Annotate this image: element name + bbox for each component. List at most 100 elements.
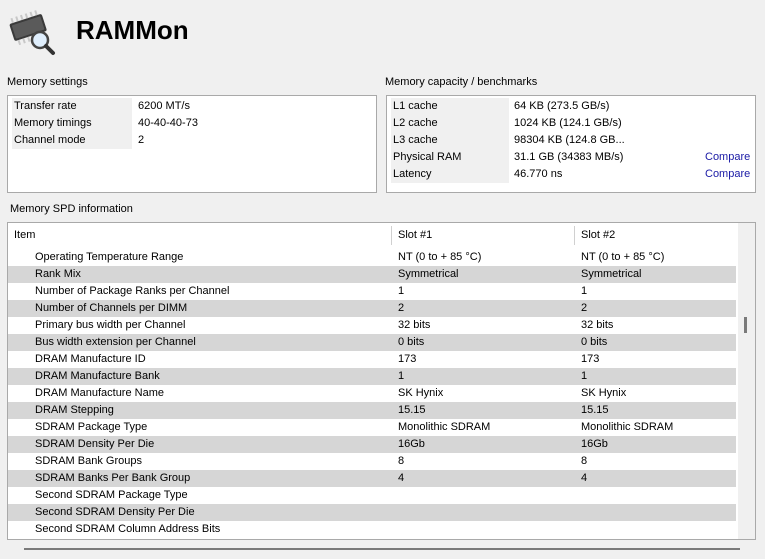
row-slot2-value: 8 [581, 455, 588, 467]
row-item-name: SDRAM Bank Groups [35, 455, 142, 467]
row-slot1-value: Symmetrical [398, 268, 459, 280]
compare-ram-link[interactable]: Compare [705, 149, 750, 166]
table-row[interactable]: Primary bus width per Channel 32 bits 32 b… [8, 317, 736, 334]
bottom-divider [24, 548, 740, 550]
app-icon [6, 8, 58, 56]
table-row[interactable]: Second SDRAM Density Per Die [8, 504, 736, 521]
row-item-name: DRAM Manufacture ID [35, 353, 146, 365]
row-item-name: Number of Channels per DIMM [35, 302, 188, 314]
row-slot2-value: 32 bits [581, 319, 614, 331]
capacity-row: L2 cache 1024 KB (124.1 GB/s) [391, 115, 751, 132]
row-slot2-value: SK Hynix [581, 387, 627, 399]
app-title: RAMMon [76, 15, 189, 45]
memory-setting-value: 6200 MT/s [138, 100, 190, 112]
row-slot1-value: SK Hynix [398, 387, 444, 399]
scrollbar-thumb[interactable] [744, 317, 747, 333]
row-slot1-value: NT (0 to + 85 °C) [398, 251, 482, 263]
spd-label: Memory SPD information [10, 203, 133, 215]
table-row[interactable]: DRAM Stepping 15.15 15.15 [8, 402, 736, 419]
capacity-key: Physical RAM [393, 151, 462, 163]
row-slot1-value: 1 [398, 370, 405, 382]
capacity-value: 98304 KB (124.8 GB... [514, 134, 625, 146]
row-slot2-value: Symmetrical [581, 268, 642, 280]
row-item-name: DRAM Manufacture Name [35, 387, 164, 399]
memory-setting-row: Transfer rate 6200 MT/s [12, 98, 372, 115]
memory-settings-label: Memory settings [7, 76, 88, 88]
row-slot1-value: Monolithic SDRAM [398, 421, 491, 433]
row-item-name: Second SDRAM Package Type [35, 489, 188, 501]
row-slot1-value: 32 bits [398, 319, 431, 331]
capacity-value: 46.770 ns [514, 168, 563, 180]
column-header-item[interactable]: Item [14, 223, 35, 248]
memory-setting-value: 40-40-40-73 [138, 117, 198, 129]
capacity-key: L1 cache [393, 100, 438, 112]
memory-setting-value: 2 [138, 134, 145, 146]
capacity-key: Latency [393, 168, 432, 180]
table-row[interactable]: DRAM Manufacture Bank 1 1 [8, 368, 736, 385]
vertical-scrollbar[interactable] [738, 223, 755, 539]
table-row[interactable]: DRAM Manufacture Name SK Hynix SK Hynix [8, 385, 736, 402]
compare-latency-link[interactable]: Compare [705, 166, 750, 183]
row-item-name: DRAM Stepping [35, 404, 114, 416]
row-slot2-value: NT (0 to + 85 °C) [581, 251, 665, 263]
column-header-slot1[interactable]: Slot #1 [398, 223, 432, 248]
row-item-name: SDRAM Density Per Die [35, 438, 155, 450]
spd-table-header: Item Slot #1 Slot #2 [8, 223, 736, 248]
table-row[interactable]: SDRAM Density Per Die 16Gb 16Gb [8, 436, 736, 453]
row-item-name: Primary bus width per Channel [35, 319, 186, 331]
row-item-name: Number of Package Ranks per Channel [35, 285, 230, 297]
row-slot2-value: 1 [581, 370, 588, 382]
row-item-name: Operating Temperature Range [35, 251, 184, 263]
row-slot1-value: 173 [398, 353, 417, 365]
memory-setting-key: Channel mode [14, 134, 86, 146]
row-slot2-value: 1 [581, 285, 588, 297]
table-row[interactable]: SDRAM Banks Per Bank Group 4 4 [8, 470, 736, 487]
row-slot1-value: 8 [398, 455, 405, 467]
capacity-value: 31.1 GB (34383 MB/s) [514, 151, 624, 163]
capacity-row: Latency 46.770 ns Compare [391, 166, 751, 183]
table-row[interactable]: Number of Package Ranks per Channel 1 1 [8, 283, 736, 300]
table-row[interactable]: Second SDRAM Column Address Bits [8, 521, 736, 538]
row-slot2-value: 0 bits [581, 336, 608, 348]
capacity-row: L3 cache 98304 KB (124.8 GB... [391, 132, 751, 149]
table-row[interactable]: Number of Channels per DIMM 2 2 [8, 300, 736, 317]
capacity-row: L1 cache 64 KB (273.5 GB/s) [391, 98, 751, 115]
table-row[interactable]: SDRAM Package Type Monolithic SDRAM Monoli… [8, 419, 736, 436]
capacity-key: L2 cache [393, 117, 438, 129]
row-slot1-value: 15.15 [398, 404, 426, 416]
capacity-key: L3 cache [393, 134, 438, 146]
table-row[interactable]: DRAM Manufacture ID 173 173 [8, 351, 736, 368]
spd-table[interactable]: Item Slot #1 Slot #2 Operating Temperatu… [7, 222, 756, 540]
table-row[interactable]: Bus width extension per Channel 0 bits 0 b… [8, 334, 736, 351]
row-item-name: Second SDRAM Density Per Die [35, 506, 195, 518]
row-slot1-value: 1 [398, 285, 405, 297]
row-slot1-value: 4 [398, 472, 405, 484]
row-slot2-value: Monolithic SDRAM [581, 421, 674, 433]
row-slot2-value: 2 [581, 302, 588, 314]
capacity-label: Memory capacity / benchmarks [385, 76, 538, 88]
row-item-name: DRAM Manufacture Bank [35, 370, 160, 382]
table-row[interactable]: SDRAM Bank Groups 8 8 [8, 453, 736, 470]
memory-chip-magnifier-icon [9, 10, 55, 55]
row-item-name: SDRAM Banks Per Bank Group [35, 472, 191, 484]
row-item-name: Second SDRAM Column Address Bits [35, 523, 221, 535]
row-slot1-value: 0 bits [398, 336, 425, 348]
memory-setting-key: Memory timings [14, 117, 92, 129]
row-slot1-value: 16Gb [398, 438, 425, 450]
row-slot2-value: 16Gb [581, 438, 608, 450]
row-item-name: Bus width extension per Channel [35, 336, 196, 348]
row-slot2-value: 173 [581, 353, 600, 365]
row-item-name: SDRAM Package Type [35, 421, 148, 433]
table-row[interactable]: Rank Mix Symmetrical Symmetrical [8, 266, 736, 283]
capacity-value: 64 KB (273.5 GB/s) [514, 100, 610, 112]
memory-setting-key: Transfer rate [14, 100, 77, 112]
row-item-name: Rank Mix [35, 268, 81, 280]
row-slot2-value: 15.15 [581, 404, 609, 416]
capacity-row: Physical RAM 31.1 GB (34383 MB/s) Compar… [391, 149, 751, 166]
table-row[interactable]: Operating Temperature Range NT (0 to + 85… [8, 249, 736, 266]
column-header-slot2[interactable]: Slot #2 [581, 223, 615, 248]
capacity-value: 1024 KB (124.1 GB/s) [514, 117, 622, 129]
table-row[interactable]: Second SDRAM Package Type [8, 487, 736, 504]
memory-setting-row: Channel mode 2 [12, 132, 372, 149]
memory-settings-panel: Transfer rate 6200 MT/s Memory timings 4… [7, 95, 377, 193]
